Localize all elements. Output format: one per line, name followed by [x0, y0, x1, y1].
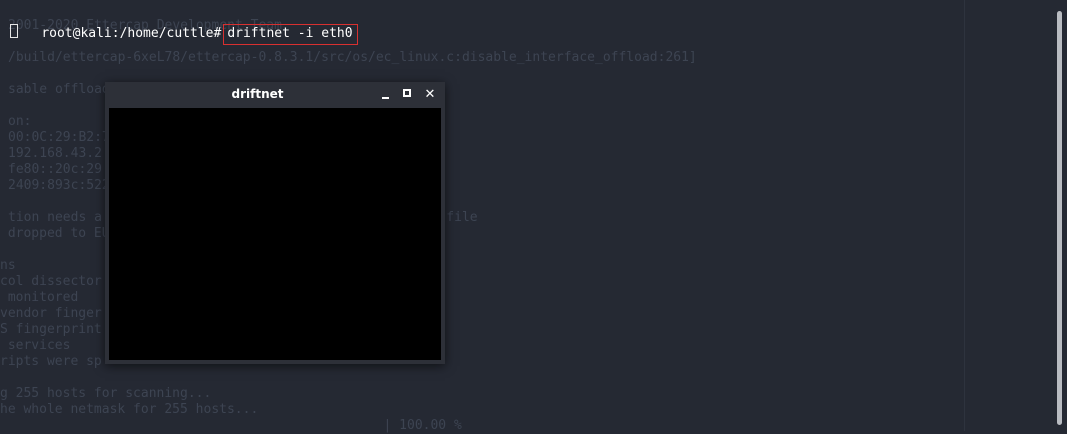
- ghost-line: fe80::20c:29: [8, 162, 102, 177]
- ghost-line: vendor finger: [0, 306, 102, 321]
- pane-divider-lower: [964, 73, 965, 431]
- ghost-line: 192.168.43.2: [8, 146, 102, 161]
- ghost-line: dropped to EU: [0, 226, 110, 241]
- ghost-line: sable offload: [8, 82, 110, 97]
- shell-prompt: root@kali:/home/cuttle#: [41, 26, 222, 41]
- ghost-line: | 100.00 %: [0, 418, 462, 433]
- ghost-line: he whole netmask for 255 hosts...: [0, 402, 259, 417]
- ghost-line: S fingerprint: [0, 322, 102, 337]
- driftnet-titlebar[interactable]: driftnet ✕: [105, 82, 445, 106]
- ghost-line: ns: [0, 258, 16, 273]
- highlighted-command: driftnet -i eth0: [223, 24, 358, 45]
- window-title: driftnet: [231, 87, 284, 101]
- ghost-line: g 255 hosts for scanning...: [0, 386, 212, 401]
- command-line[interactable]: root@kali:/home/cuttle# driftnet -i eth0: [10, 6, 358, 45]
- ghost-line: ripts were sp: [0, 354, 102, 369]
- minimize-button[interactable]: [378, 86, 394, 102]
- driftnet-image-canvas: [109, 108, 441, 360]
- driftnet-window[interactable]: driftnet ✕: [105, 82, 445, 364]
- ghost-line: services: [0, 338, 71, 353]
- maximize-icon: [403, 89, 411, 97]
- ghost-line: col dissector: [0, 274, 102, 289]
- ghost-line: 00:0C:29:B2:7: [8, 130, 110, 145]
- ghost-line: monitored: [0, 290, 79, 305]
- maximize-button[interactable]: [400, 86, 416, 102]
- terminal-cursor: [10, 24, 18, 38]
- terminal-scrollbar[interactable]: [1057, 11, 1062, 425]
- minimize-icon: [382, 97, 389, 99]
- close-button[interactable]: ✕: [422, 86, 438, 102]
- close-icon: ✕: [424, 87, 436, 102]
- ghost-line: /build/ettercap-6xeL78/ettercap-0.8.3.1/…: [8, 50, 697, 65]
- ghost-line: on:: [8, 114, 32, 129]
- ghost-line: 2409:893c:522: [8, 178, 110, 193]
